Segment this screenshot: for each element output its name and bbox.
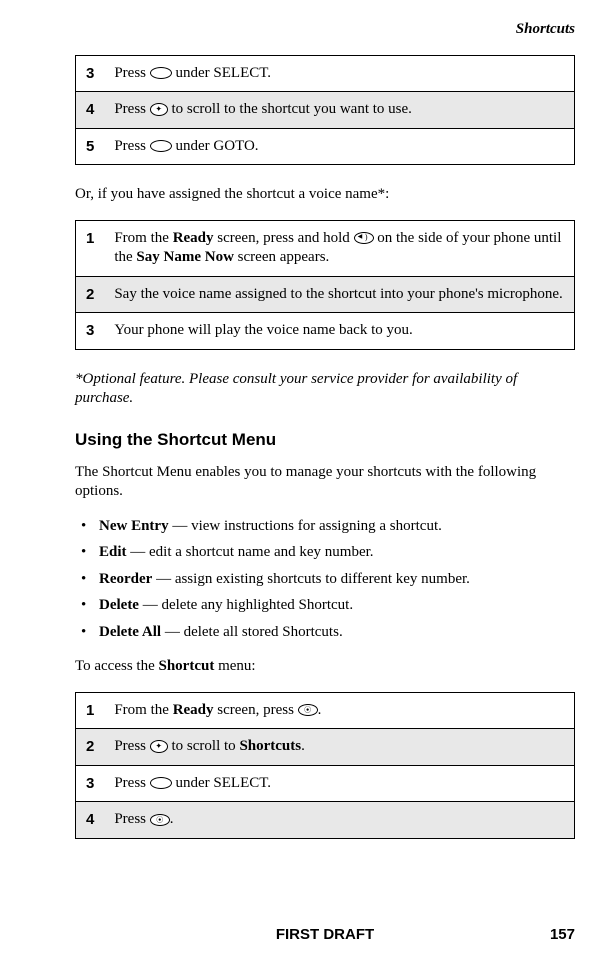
text-span: From the <box>114 230 172 246</box>
text-span: . <box>318 702 322 718</box>
text-span: . <box>301 738 305 754</box>
table-row: 5 Press under GOTO. <box>76 128 574 164</box>
footnote: *Optional feature. Please consult your s… <box>75 370 575 409</box>
term: Delete <box>99 597 139 613</box>
page-number: 157 <box>550 925 575 945</box>
menu-icon: ⦿ <box>298 704 318 716</box>
list-item: New Entry — view instructions for assign… <box>75 517 575 537</box>
term: Edit <box>99 544 127 560</box>
table-row: 4 Press ⦿. <box>76 802 574 838</box>
step-number: 5 <box>76 128 104 164</box>
step-number: 3 <box>76 56 104 92</box>
step-number: 2 <box>76 729 104 766</box>
text-span: under GOTO. <box>172 138 259 154</box>
term: New Entry <box>99 518 169 534</box>
step-number: 4 <box>76 802 104 838</box>
list-item: Delete All — delete all stored Shortcuts… <box>75 623 575 643</box>
step-text: Say the voice name assigned to the short… <box>104 276 574 313</box>
step-text: Press to scroll to the shortcut you want… <box>104 92 574 129</box>
text-span: under SELECT. <box>172 65 271 81</box>
step-text: From the Ready screen, press ⦿. <box>104 693 574 729</box>
bullet-list: New Entry — view instructions for assign… <box>75 517 575 643</box>
step-number: 4 <box>76 92 104 129</box>
steps-table-2: 1 From the Ready screen, press and hold … <box>75 220 575 350</box>
nav-icon <box>150 740 168 753</box>
text-span: To access the <box>75 658 159 674</box>
step-number: 1 <box>76 693 104 729</box>
text-bold: Ready <box>173 702 214 718</box>
nav-icon <box>150 103 168 116</box>
table-row: 1 From the Ready screen, press ⦿. <box>76 693 574 729</box>
text-bold: Ready <box>173 230 214 246</box>
table-row: 4 Press to scroll to the shortcut you wa… <box>76 92 574 129</box>
step-number: 3 <box>76 313 104 349</box>
text-span: Press <box>114 775 149 791</box>
step-text: Press ⦿. <box>104 802 574 838</box>
text-span: to scroll to the shortcut you want to us… <box>168 101 412 117</box>
text-span: menu: <box>214 658 255 674</box>
term: Delete All <box>99 624 161 640</box>
text-span: Press <box>114 811 149 827</box>
text-span: to scroll to <box>168 738 240 754</box>
page-footer: FIRST DRAFT 157 <box>75 925 575 945</box>
step-text: Press under GOTO. <box>104 128 574 164</box>
table-row: 2 Press to scroll to Shortcuts. <box>76 729 574 766</box>
button-icon <box>150 140 172 152</box>
text-bold: Say Name Now <box>136 249 234 265</box>
text-span: Press <box>114 138 149 154</box>
text-bold: Shortcut <box>159 658 215 674</box>
step-text: Your phone will play the voice name back… <box>104 313 574 349</box>
step-text: From the Ready screen, press and hold on… <box>104 221 574 277</box>
step-number: 2 <box>76 276 104 313</box>
step-text: Press under SELECT. <box>104 56 574 92</box>
desc: — view instructions for assigning a shor… <box>169 518 442 534</box>
text-span: Press <box>114 65 149 81</box>
list-item: Reorder — assign existing shortcuts to d… <box>75 570 575 590</box>
text-span: screen, press and hold <box>214 230 354 246</box>
step-text: Press to scroll to Shortcuts. <box>104 729 574 766</box>
button-icon <box>150 777 172 789</box>
menu-intro: The Shortcut Menu enables you to manage … <box>75 463 575 502</box>
menu-icon: ⦿ <box>150 814 170 826</box>
desc: — assign existing shortcuts to different… <box>152 571 470 587</box>
subheading: Using the Shortcut Menu <box>75 429 575 451</box>
list-item: Delete — delete any highlighted Shortcut… <box>75 596 575 616</box>
text-span: screen appears. <box>234 249 329 265</box>
desc: — delete any highlighted Shortcut. <box>139 597 353 613</box>
text-span: Press <box>114 101 149 117</box>
term: Reorder <box>99 571 152 587</box>
step-number: 3 <box>76 765 104 802</box>
step-number: 1 <box>76 221 104 277</box>
text-bold: Shortcuts <box>239 738 301 754</box>
text-span: screen, press <box>214 702 298 718</box>
desc: — edit a shortcut name and key number. <box>127 544 374 560</box>
table-row: 1 From the Ready screen, press and hold … <box>76 221 574 277</box>
table-row: 3 Your phone will play the voice name ba… <box>76 313 574 349</box>
steps-table-3: 1 From the Ready screen, press ⦿. 2 Pres… <box>75 692 575 839</box>
step-text: Press under SELECT. <box>104 765 574 802</box>
table-row: 2 Say the voice name assigned to the sho… <box>76 276 574 313</box>
text-span: . <box>170 811 174 827</box>
steps-table-1: 3 Press under SELECT. 4 Press to scroll … <box>75 55 575 166</box>
text-span: under SELECT. <box>172 775 271 791</box>
text-span: From the <box>114 702 172 718</box>
intro-text: Or, if you have assigned the shortcut a … <box>75 185 575 205</box>
text-span: Press <box>114 738 149 754</box>
access-intro: To access the Shortcut menu: <box>75 657 575 677</box>
table-row: 3 Press under SELECT. <box>76 56 574 92</box>
section-header: Shortcuts <box>75 20 575 40</box>
draft-label: FIRST DRAFT <box>276 925 374 945</box>
button-icon <box>150 67 172 79</box>
list-item: Edit — edit a shortcut name and key numb… <box>75 543 575 563</box>
desc: — delete all stored Shortcuts. <box>161 624 343 640</box>
speaker-icon <box>354 232 374 244</box>
table-row: 3 Press under SELECT. <box>76 765 574 802</box>
